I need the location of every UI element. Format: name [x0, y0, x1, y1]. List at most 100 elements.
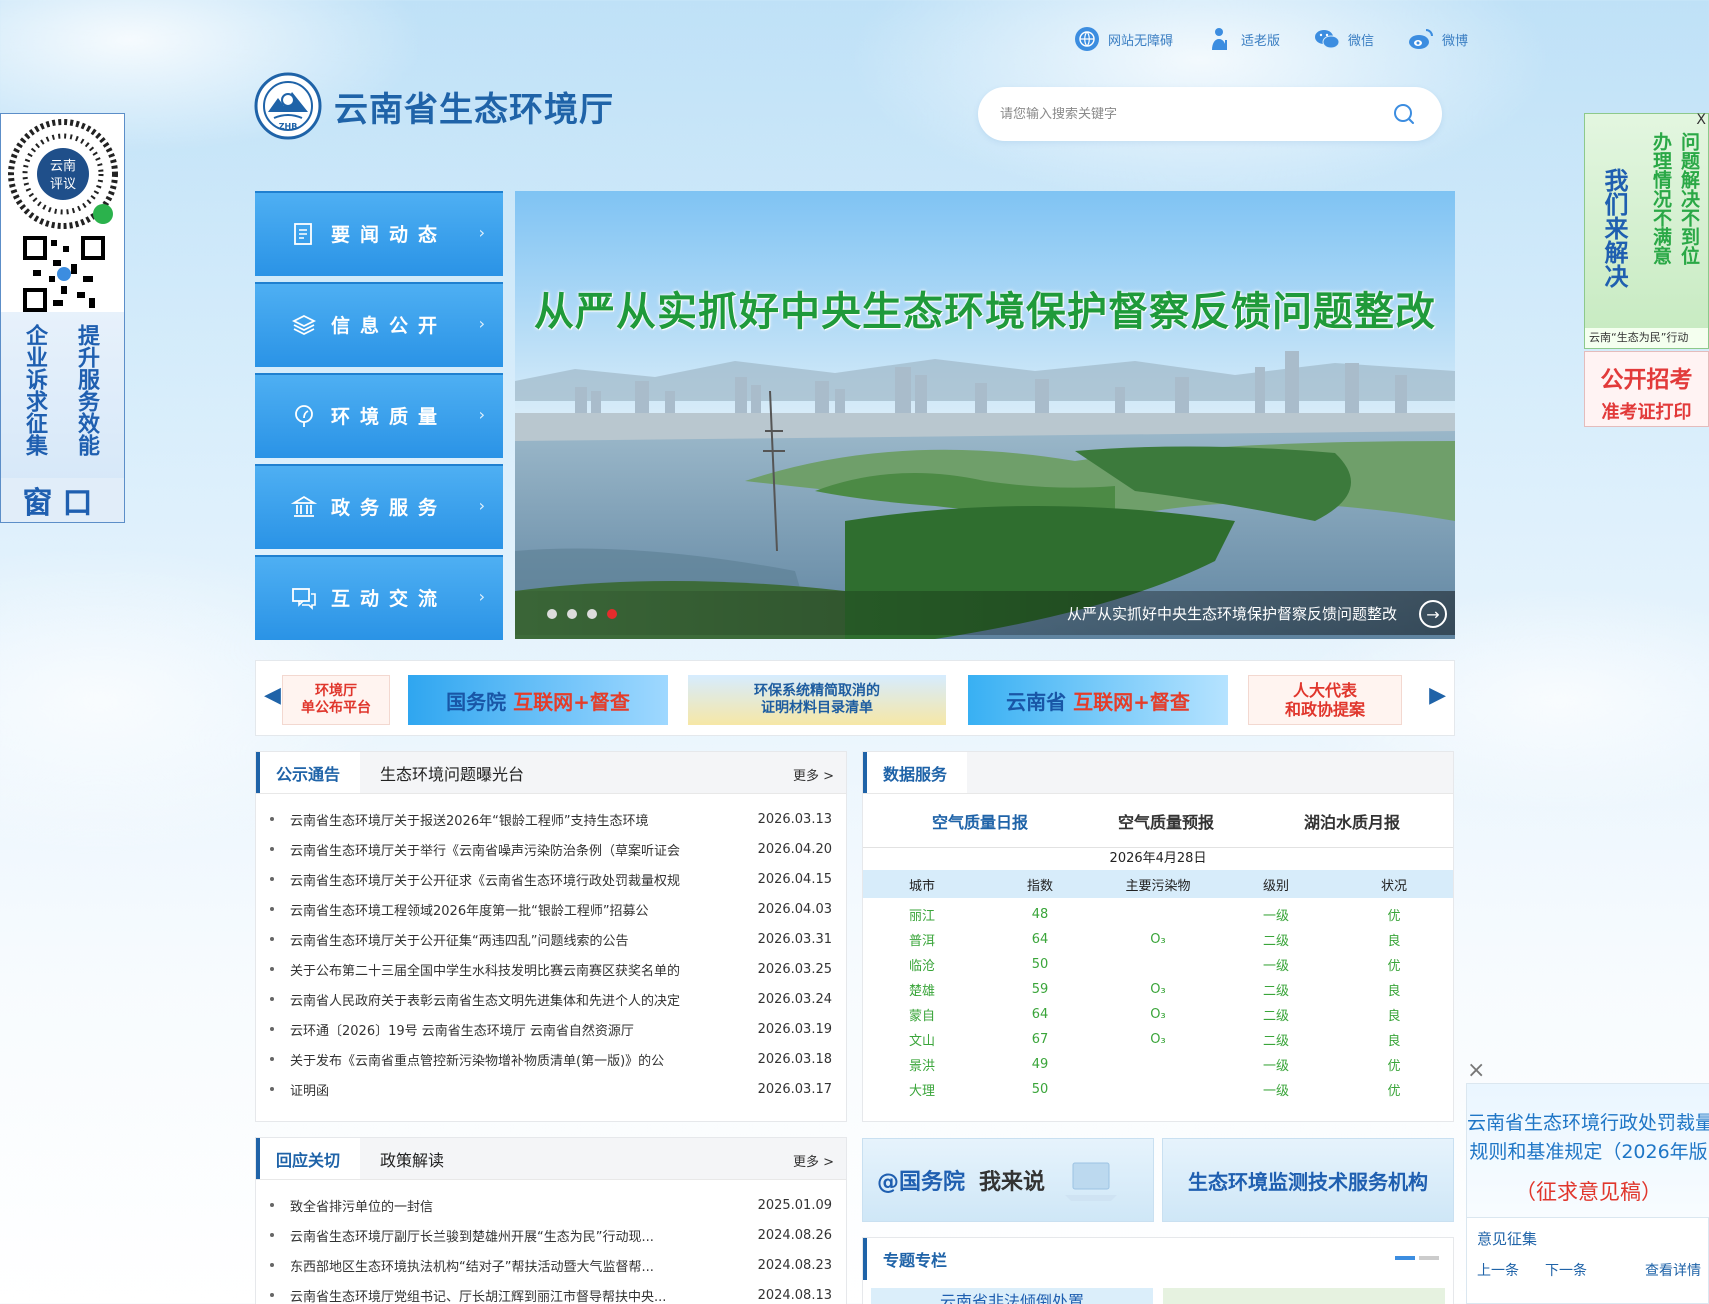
cell-city[interactable]: 楚雄 [863, 977, 981, 1002]
list-item[interactable]: 关于发布《云南省重点管控新污染物增补物质清单(第一版)》的公 2026.03.18 [270, 1044, 832, 1074]
main-nav: 要闻动态 › 信息公开 › 环境质量 › 政务服务 › 互动交流 › [255, 191, 503, 646]
wechat-label: 微信 [1348, 33, 1375, 49]
nav-quality[interactable]: 环境质量 › [255, 373, 503, 458]
list-item-date: 2026.04.20 [757, 841, 832, 857]
list-item-date: 2026.04.15 [757, 871, 832, 887]
strip-link-certificate-list[interactable]: 环保系统精简取消的 证明材料目录清单 [688, 675, 946, 725]
cell-city[interactable]: 临沧 [863, 952, 981, 977]
tab-data-service[interactable]: 数据服务 [863, 752, 968, 793]
wechat-link[interactable]: 微信 [1314, 26, 1374, 52]
site-title: 云南省生态环境厅 [334, 89, 614, 130]
bullet-icon [270, 847, 274, 851]
list-item[interactable]: 云环通〔2026〕19号 云南省生态环境厅 云南省自然资源厅 2026.03.19 [270, 1014, 832, 1044]
subtab-lake-monthly[interactable]: 湖泊水质月报 [1259, 794, 1445, 847]
hero-banner[interactable]: 从严从实抓好中央生态环境保护督察反馈问题整改 从严从实抓好中央生态环境保护督察反… [515, 191, 1455, 639]
strip1-line2: 单公布平台 [301, 700, 371, 716]
cell-city[interactable]: 大理 [863, 1077, 981, 1102]
slide-dot-4[interactable] [607, 609, 617, 619]
float-right-ad[interactable]: X 问题解决不到位 办理情况不满意 我们来解决 云南“生态为民”行动 [1584, 112, 1709, 349]
search-input[interactable] [1000, 106, 1380, 122]
list-item[interactable]: 致全省排污单位的一封信 2025.01.09 [270, 1190, 832, 1220]
elderly-link[interactable]: 适老版 [1207, 26, 1280, 52]
special-pager[interactable] [1395, 1256, 1439, 1260]
carousel-next-icon[interactable]: ▶ [1429, 683, 1446, 708]
consultation-line2: 规则和基准规定（2026年版 [1469, 1141, 1708, 1163]
cell-city[interactable]: 蒙自 [863, 1002, 981, 1027]
list-item[interactable]: 关于公布第二十三届全国中学生水科技发明比赛云南赛区获奖名单的 2026.03.25 [270, 954, 832, 984]
table-row: 丽江 48 一级 优 [863, 902, 1453, 927]
nav-interaction[interactable]: 互动交流 › [255, 555, 503, 640]
prev-link[interactable]: 上一条 [1477, 1260, 1519, 1280]
tab-special-column[interactable]: 专题专栏 [863, 1238, 968, 1280]
float-right-exam-ad[interactable]: 公开招考 准考证打印 [1584, 351, 1709, 427]
banner-caption[interactable]: 从严从实抓好中央生态环境保护督察反馈问题整改 [1067, 603, 1397, 624]
list-item-title: 证明函 [290, 1083, 330, 1099]
strip-link-state-council[interactable]: 国务院 互联网+督查 [408, 675, 668, 725]
tab-policy[interactable]: 政策解读 [360, 1138, 464, 1179]
weibo-link[interactable]: 微博 [1408, 26, 1468, 52]
list-item[interactable]: 云南省生态环境工程领域2026年度第一批“银龄工程师”招募公 2026.04.03 [270, 894, 832, 924]
slide-dot-1[interactable] [547, 609, 557, 619]
cell-status: 优 [1387, 959, 1401, 974]
strip-link-env-list[interactable]: 环境厅 单公布平台 [282, 675, 390, 725]
list-item-title: 致全省排污单位的一封信 [290, 1199, 434, 1215]
chevron-right-icon: › [478, 587, 485, 606]
banner-image [515, 191, 1455, 639]
float-left-ad[interactable]: 云南 评议 提升服务效能 企业诉求征集 窗口 [0, 113, 125, 523]
carousel-prev-icon[interactable]: ◀ [264, 683, 281, 708]
special-item-1[interactable]: 云南省非法倾倒处置 [871, 1288, 1153, 1304]
accessibility-link[interactable]: 网站无障碍 [1074, 26, 1173, 52]
cell-pollutant [1099, 1077, 1217, 1102]
replies-more-link[interactable]: 更多 > [793, 1151, 834, 1170]
consultation-line3: （征求意见稿） [1515, 1180, 1662, 1204]
nav-info[interactable]: 信息公开 › [255, 282, 503, 367]
next-link[interactable]: 下一条 [1545, 1260, 1587, 1280]
list-item[interactable]: 云南省生态环境厅关于报送2026年“银龄工程师”支持生态环境 2026.03.13 [270, 804, 832, 834]
strip-link-yunnan-supervision[interactable]: 云南省 互联网+督查 [968, 675, 1228, 725]
list-item-title: 云南省生态环境厅副厅长兰骏到楚雄州开展“生态为民”行动现... [290, 1229, 654, 1245]
slide-dot-2[interactable] [567, 609, 577, 619]
nav-services[interactable]: 政务服务 › [255, 464, 503, 549]
cell-level: 一级 [1262, 909, 1289, 924]
list-item[interactable]: 云南省生态环境厅副厅长兰骏到楚雄州开展“生态为民”行动现... 2024.08.2… [270, 1220, 832, 1250]
badge-line1: 云南 [50, 158, 76, 174]
list-item[interactable]: 证明函 2026.03.17 [270, 1074, 832, 1104]
consultation-image[interactable]: 云南省生态环境行政处罚裁量 规则和基准规定（2026年版 （征求意见稿） [1467, 1084, 1709, 1218]
tab-responses[interactable]: 回应关切 [256, 1138, 361, 1179]
promo-monitoring-agencies[interactable]: 生态环境监测技术服务机构 [1162, 1138, 1454, 1222]
bullet-icon [270, 1027, 274, 1031]
list-item[interactable]: 东西部地区生态环境执法机构“结对子”帮扶活动暨大气监督帮... 2024.08.2… [270, 1250, 832, 1280]
strip-link-proposals[interactable]: 人大代表 和政协提案 [1248, 675, 1402, 725]
detail-link[interactable]: 查看详情 [1645, 1260, 1701, 1280]
replies-panel: 回应关切 政策解读 更多 > 致全省排污单位的一封信 2025.01.09 云南省生… [255, 1137, 847, 1304]
search-icon[interactable] [1392, 102, 1416, 126]
arrow-right-circle-icon[interactable]: → [1419, 600, 1447, 628]
tab-exposure[interactable]: 生态环境问题曝光台 [360, 752, 544, 793]
table-row: 大理 50 一级 优 [863, 1077, 1453, 1102]
close-icon[interactable]: X [1696, 112, 1706, 128]
close-icon[interactable]: × [1467, 1060, 1489, 1082]
cell-city[interactable]: 丽江 [863, 902, 981, 927]
list-item[interactable]: 云南省生态环境厅关于公开征集“两违四乱”问题线索的公告 2026.03.31 [270, 924, 832, 954]
nav-news[interactable]: 要闻动态 › [255, 191, 503, 276]
list-item[interactable]: 云南省生态环境厅关于举行《云南省噪声污染防治条例（草案听证会 2026.04.20 [270, 834, 832, 864]
promo-state-council[interactable]: @国务院 我来说 [862, 1138, 1154, 1222]
list-item[interactable]: 云南省生态环境厅党组书记、厅长胡江辉到丽江市督导帮扶中央... 2024.08.1… [270, 1280, 832, 1304]
cell-pollutant [1099, 902, 1217, 927]
special-item-2[interactable] [1163, 1288, 1445, 1304]
list-item[interactable]: 云南省人民政府关于表彰云南省生态文明先进集体和先进个人的决定 2026.03.24 [270, 984, 832, 1014]
cell-city[interactable]: 景洪 [863, 1052, 981, 1077]
notices-more-link[interactable]: 更多 > [793, 765, 834, 784]
subtab-air-forecast[interactable]: 空气质量预报 [1073, 794, 1259, 847]
subtab-air-daily[interactable]: 空气质量日报 [887, 794, 1073, 847]
list-item[interactable]: 云南省生态环境厅关于公开征求《云南省生态环境行政处罚裁量权规 2026.04.15 [270, 864, 832, 894]
site-logo[interactable]: ZHB 云南省生态环境厅 [254, 72, 614, 140]
slide-dot-3[interactable] [587, 609, 597, 619]
cell-city[interactable]: 文山 [863, 1027, 981, 1052]
badge-line2: 评议 [50, 177, 76, 192]
cell-pollutant: O₃ [1150, 1032, 1166, 1047]
notices-panel: 公示通告 生态环境问题曝光台 更多 > 云南省生态环境厅关于报送2026年“银龄… [255, 751, 847, 1122]
tab-announcements[interactable]: 公示通告 [256, 752, 361, 793]
consultation-line1: 云南省生态环境行政处罚裁量 [1467, 1112, 1709, 1134]
cell-city[interactable]: 普洱 [863, 927, 981, 952]
